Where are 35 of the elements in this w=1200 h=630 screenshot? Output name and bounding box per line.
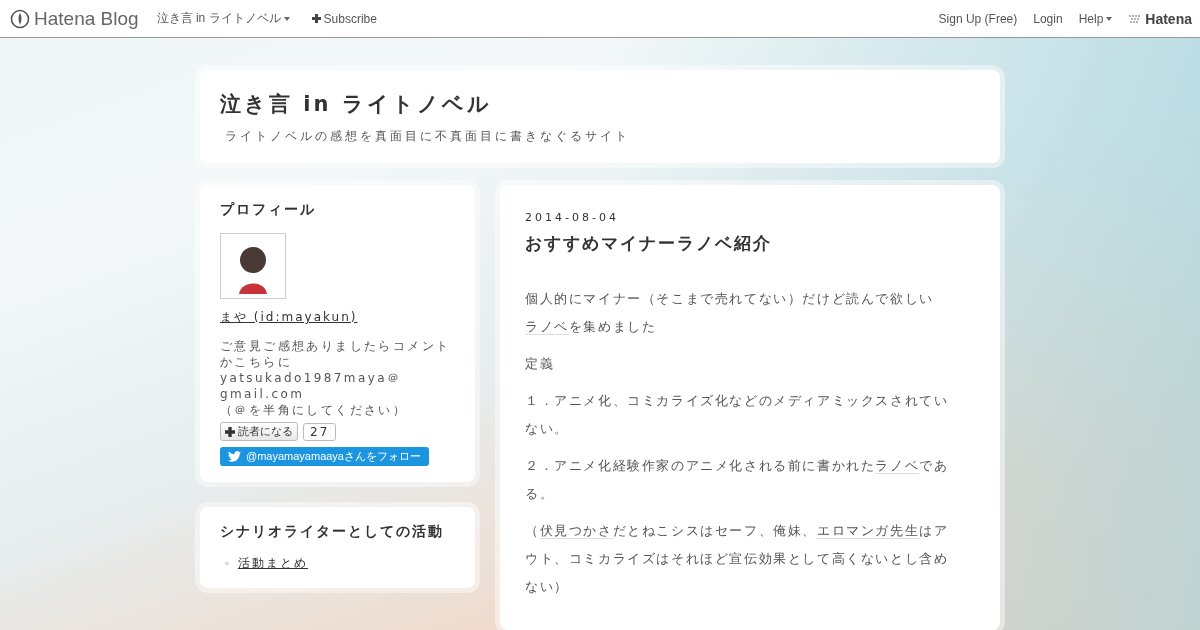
activity-link[interactable]: 活動まとめ	[237, 555, 308, 572]
bird-icon	[228, 451, 241, 462]
help-menu[interactable]: Help	[1078, 11, 1113, 26]
profile-name-link[interactable]: まや (id:mayakun)	[220, 309, 358, 326]
article-paragraph: ２．アニメ化経験作家のアニメ化される前に書かれた ラノベである。	[525, 457, 950, 503]
reader-count: 27	[303, 422, 337, 441]
brand-logo[interactable]: Hatena	[1145, 10, 1192, 27]
site-logo[interactable]: Hatena Blog	[34, 7, 139, 30]
profile-text: ご意見ご感想ありましたらコメントかこちらにyatsukado1987maya＠gmail.com	[220, 338, 452, 402]
avatar-image[interactable]	[220, 233, 286, 299]
article-paragraph: 個人的にマイナー（そこまで売れてない）だけど読んで欲しい ラノベ を集めました	[525, 290, 935, 337]
subscribe-button[interactable]: 読者になる	[220, 422, 298, 441]
blog-description: ライトノベルの感想を真面目に不真面目に書きなぐるサイト	[224, 128, 631, 145]
keyword-link[interactable]: ラノベ	[525, 319, 569, 335]
article-paragraph: 定義	[525, 355, 556, 373]
keyword-link[interactable]: ラノベ	[875, 458, 920, 474]
keyword-link[interactable]: エロマンガ先生	[817, 523, 920, 539]
profile-text: （＠を半角にしてください）	[220, 402, 409, 418]
blog-title[interactable]: 泣き言 in ライトノベル	[220, 90, 980, 118]
blog-menu[interactable]: 泣き言 in ライトノベル	[156, 10, 290, 27]
article-paragraph: １．アニメ化、コミカライズ化などのメディアミックスされていない。	[525, 392, 950, 438]
section-heading: プロフィール	[220, 201, 317, 219]
keyword-link[interactable]: 伏見つかさ	[539, 523, 613, 539]
bullet: ◦	[224, 558, 230, 569]
plus-icon	[311, 14, 321, 23]
article-paragraph: （伏見つかさ だとねこシスはセーフ、俺妹、エロマンガ先生はアウト、コミカライズはそれほど宣伝効果として高くないとし含めない）	[525, 522, 950, 596]
logo-icon	[10, 8, 30, 29]
plus-icon	[225, 426, 235, 437]
article-title[interactable]: おすすめマイナーラノベ紹介	[525, 232, 975, 255]
subscribe-link[interactable]: Subscribe	[311, 11, 377, 26]
nav-link[interactable]: Sign Up (Free)	[938, 11, 1018, 26]
brand-icon	[1128, 13, 1143, 24]
section-heading: シナリオライターとしての活動	[220, 523, 445, 541]
article-date[interactable]: 2014-08-04	[525, 211, 975, 224]
nav-link[interactable]: Login	[1033, 11, 1063, 26]
